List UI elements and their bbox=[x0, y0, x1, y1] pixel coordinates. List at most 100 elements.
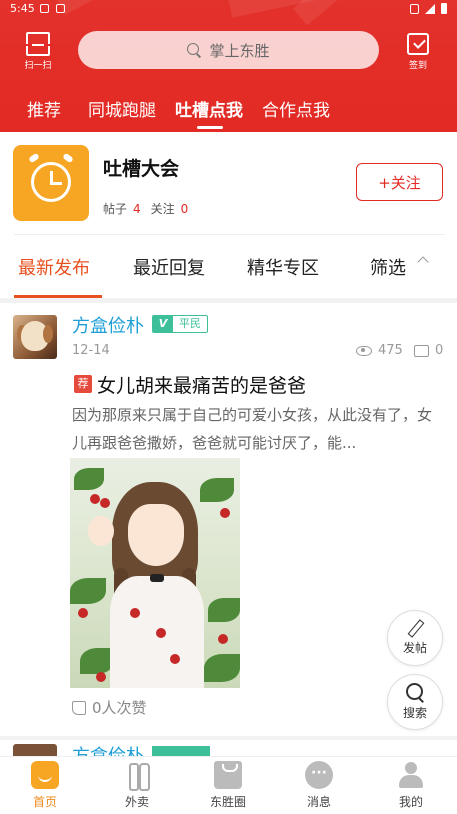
comment-count-value: 0 bbox=[435, 343, 444, 358]
status-icons bbox=[410, 3, 447, 14]
app-header: 5:45 扫一扫 掌上东胜 签到 推荐 同城跑腿 吐槽点我 合作点我 bbox=[0, 0, 457, 132]
group-card: 吐槽大会 帖子 4 关注 0 +关注 bbox=[0, 132, 457, 232]
group-name: 吐槽大会 bbox=[103, 158, 180, 180]
notification-icon bbox=[56, 4, 65, 13]
nav-messages-label: 消息 bbox=[306, 795, 331, 809]
author-name[interactable]: 方盒俭朴 bbox=[72, 312, 144, 338]
like-count: 0人次赞 bbox=[92, 699, 147, 717]
image-cherry bbox=[130, 608, 140, 618]
tab-latest[interactable]: 最新发布 bbox=[18, 254, 90, 280]
nav-home[interactable]: 首页 bbox=[10, 761, 80, 810]
top-nav: 推荐 同城跑腿 吐槽点我 合作点我 bbox=[0, 92, 457, 132]
scan-label: 扫一扫 bbox=[24, 61, 52, 71]
image-bow bbox=[150, 574, 164, 582]
user-level-badge: V 平民 bbox=[152, 315, 208, 333]
image-cherry bbox=[156, 628, 166, 638]
image-cherry bbox=[170, 654, 180, 664]
next-post-card[interactable]: 方盒俭朴 bbox=[0, 736, 457, 756]
image-cherry bbox=[220, 508, 230, 518]
alarm-knob bbox=[28, 152, 40, 164]
user-level-badge bbox=[152, 746, 210, 756]
checkin-button[interactable]: 签到 bbox=[398, 30, 438, 71]
view-count: 475 bbox=[356, 343, 403, 358]
image-cherry bbox=[100, 498, 110, 508]
image-leaf bbox=[70, 578, 106, 604]
status-bar: 5:45 bbox=[0, 0, 457, 18]
nav-home-label: 首页 bbox=[32, 795, 57, 809]
profile-icon bbox=[397, 761, 425, 789]
tab-complaints[interactable]: 吐槽点我 bbox=[175, 96, 243, 121]
follow-button[interactable]: +关注 bbox=[356, 163, 443, 201]
author-name[interactable]: 方盒俭朴 bbox=[72, 742, 144, 756]
post-excerpt[interactable]: 因为那原来只属于自己的可爱小女孩，从此没有了，女儿再跟爸爸撒娇，爸爸就可能讨厌了… bbox=[72, 401, 437, 457]
group-stats: 帖子 4 关注 0 bbox=[103, 200, 198, 217]
signal-icon bbox=[425, 3, 435, 14]
message-icon bbox=[305, 761, 333, 789]
search-fab-label: 搜索 bbox=[402, 706, 427, 720]
search-placeholder: 掌上东胜 bbox=[209, 41, 270, 60]
nav-messages[interactable]: 消息 bbox=[284, 761, 354, 810]
image-cherry bbox=[96, 672, 106, 682]
post-date: 12-14 bbox=[72, 343, 110, 358]
bottom-nav: 首页 外卖 东胜圈 消息 我的 bbox=[0, 756, 457, 814]
comment-icon bbox=[414, 344, 429, 357]
divider bbox=[14, 234, 445, 235]
content-tabs: 最新发布 最近回复 精华专区 筛选 bbox=[0, 236, 457, 298]
image-hand bbox=[88, 516, 114, 546]
chevron-up-icon[interactable] bbox=[417, 256, 429, 268]
food-icon bbox=[123, 761, 151, 791]
search-fab-button[interactable]: 搜索 bbox=[387, 674, 443, 730]
author-avatar[interactable] bbox=[13, 744, 57, 756]
active-tab-indicator bbox=[197, 126, 223, 129]
nav-circle-label: 东胜圈 bbox=[209, 795, 246, 809]
image-leaf bbox=[204, 654, 240, 682]
nav-circle[interactable]: 东胜圈 bbox=[193, 761, 263, 810]
nav-profile-label: 我的 bbox=[398, 795, 423, 809]
battery-icon bbox=[441, 3, 447, 14]
group-logo bbox=[13, 145, 89, 221]
nav-takeout-label: 外卖 bbox=[124, 795, 149, 809]
image-cherry bbox=[90, 494, 100, 504]
thumbs-up-icon bbox=[72, 700, 86, 715]
author-avatar[interactable] bbox=[13, 315, 57, 359]
image-leaf bbox=[80, 648, 114, 674]
tab-recent-replies[interactable]: 最近回复 bbox=[133, 254, 205, 280]
tab-featured[interactable]: 精华专区 bbox=[247, 254, 319, 280]
eye-icon bbox=[356, 345, 372, 356]
scan-button[interactable]: 扫一扫 bbox=[18, 30, 58, 71]
image-cherry bbox=[78, 608, 88, 618]
image-cherry bbox=[218, 634, 228, 644]
post-image[interactable] bbox=[70, 458, 240, 688]
checkin-icon bbox=[407, 33, 429, 55]
search-icon bbox=[406, 683, 424, 701]
tab-filter[interactable]: 筛选 bbox=[370, 254, 406, 280]
followers-count: 0 bbox=[180, 202, 189, 216]
like-button[interactable]: 0人次赞 bbox=[72, 697, 147, 718]
new-post-button[interactable]: 发帖 bbox=[387, 610, 443, 666]
vibrate-icon bbox=[410, 3, 419, 14]
search-bar[interactable]: 掌上东胜 bbox=[78, 31, 379, 69]
posts-count: 4 bbox=[133, 202, 141, 216]
avatar-puppy-ear bbox=[43, 325, 53, 343]
tab-errands[interactable]: 同城跑腿 bbox=[88, 96, 156, 121]
alarm-knob bbox=[62, 152, 74, 164]
image-leaf bbox=[200, 478, 234, 502]
nav-profile[interactable]: 我的 bbox=[376, 761, 446, 810]
image-face bbox=[128, 504, 184, 566]
alarm-clock-icon bbox=[31, 162, 71, 202]
circle-bag-icon bbox=[214, 761, 242, 789]
tab-cooperation[interactable]: 合作点我 bbox=[262, 96, 330, 121]
recommend-tag: 荐 bbox=[74, 375, 92, 393]
checkin-label: 签到 bbox=[408, 61, 427, 71]
new-post-label: 发帖 bbox=[402, 641, 427, 655]
pencil-icon bbox=[407, 620, 423, 636]
nav-takeout[interactable]: 外卖 bbox=[102, 761, 172, 810]
verified-icon: V bbox=[153, 316, 173, 332]
post-title[interactable]: 女儿胡来最痛苦的是爸爸 bbox=[97, 371, 306, 398]
status-time: 5:45 bbox=[10, 2, 35, 15]
scan-icon bbox=[24, 32, 52, 56]
tab-recommend[interactable]: 推荐 bbox=[27, 96, 61, 121]
image-leaf bbox=[208, 598, 240, 622]
comment-count: 0 bbox=[414, 343, 443, 358]
posts-label: 帖子 bbox=[103, 202, 128, 216]
